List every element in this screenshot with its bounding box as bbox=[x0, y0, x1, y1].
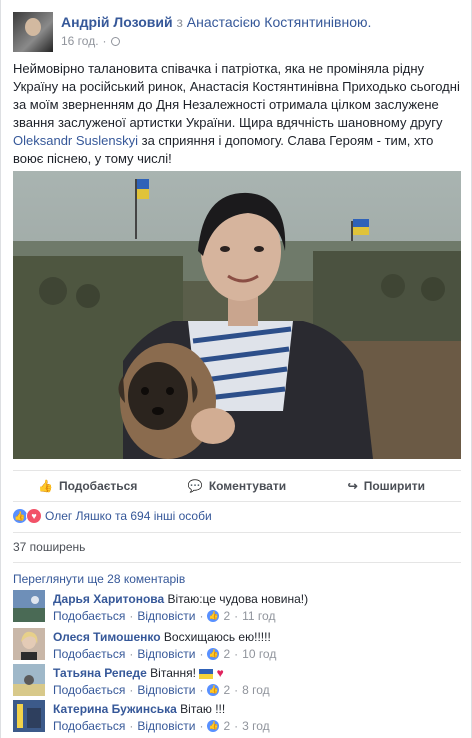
like-label: Подобається bbox=[58, 479, 138, 493]
post-card: Андрій Лозовий з Анастасією Костянтинівн… bbox=[0, 0, 472, 738]
comment-time[interactable]: 10 год bbox=[242, 647, 276, 661]
post-meta: 16 год. · bbox=[61, 34, 120, 48]
mention-link[interactable]: Oleksandr Suslenskyi bbox=[13, 133, 138, 148]
comment-like-link[interactable]: Подобається bbox=[53, 683, 125, 697]
comment-label: Коментувати bbox=[208, 479, 287, 493]
shares-count[interactable]: 37 поширень bbox=[13, 540, 85, 554]
commenter-avatar[interactable] bbox=[13, 590, 45, 622]
heart-icon: ♥ bbox=[216, 666, 224, 680]
comment-like-link[interactable]: Подобається bbox=[53, 719, 125, 733]
ukraine-flag-icon bbox=[199, 668, 214, 679]
action-bar: 👍 Подобається 💬 Коментувати ↪ Поширити bbox=[13, 470, 461, 502]
post-header: Андрій Лозовий з Анастасією Костянтинівн… bbox=[13, 12, 461, 52]
commenter-name[interactable]: Дарья Харитонова bbox=[53, 592, 164, 606]
comment-item: Катерина Бужинська Вітаю !!! Подобається… bbox=[13, 700, 461, 736]
reactions-summary[interactable]: 👍 ♥ Олег Ляшко та 694 інші особи bbox=[13, 506, 212, 526]
reactions-text[interactable]: Олег Ляшко та 694 інші особи bbox=[45, 509, 212, 523]
divider bbox=[13, 532, 461, 533]
like-reaction-icon: 👍 bbox=[13, 509, 27, 523]
comment-item: Олеся Тимошенко Восхищаюсь ею!!!!! Подоб… bbox=[13, 628, 461, 664]
like-button[interactable]: 👍 Подобається bbox=[13, 479, 162, 493]
comment-reply-link[interactable]: Відповісти bbox=[137, 719, 195, 733]
author-name[interactable]: Андрій Лозовий bbox=[61, 14, 173, 30]
comment-like-count[interactable]: 2 bbox=[223, 647, 230, 661]
with-word: з bbox=[176, 14, 183, 30]
comment-text: Вітання! bbox=[150, 666, 196, 680]
comment-time[interactable]: 8 год bbox=[242, 683, 270, 697]
share-label: Поширити bbox=[363, 479, 425, 493]
view-more-comments[interactable]: Переглянути ще 28 коментарів bbox=[13, 572, 185, 586]
comment-like-count[interactable]: 2 bbox=[223, 719, 230, 733]
tagged-person[interactable]: Анастасією Костянтинівною. bbox=[187, 14, 372, 30]
comment-text-line: Олеся Тимошенко Восхищаюсь ею!!!!! bbox=[53, 630, 271, 644]
author-avatar[interactable] bbox=[13, 12, 53, 52]
post-text-part1: Неймовірно талановита співачка і патріот… bbox=[13, 61, 460, 130]
share-button[interactable]: ↪ Поширити bbox=[312, 479, 461, 493]
thumbs-up-icon: 👍 bbox=[37, 479, 53, 493]
like-count-icon: 👍 bbox=[207, 720, 220, 732]
share-icon: ↪ bbox=[347, 479, 358, 493]
post-timestamp[interactable]: 16 год. bbox=[61, 34, 99, 48]
comment-meta: Подобається · Відповісти · 👍 2 · 3 год bbox=[53, 719, 270, 733]
comment-like-count[interactable]: 2 bbox=[223, 683, 230, 697]
comment-text: Вітаю !!! bbox=[180, 702, 226, 716]
comment-text: Вітаю:це чудова новина!) bbox=[167, 592, 309, 606]
comment-item: Татьяна Репеде Вітання! ♥ Подобається · … bbox=[13, 664, 461, 700]
comment-reply-link[interactable]: Відповісти bbox=[137, 647, 195, 661]
comment-reply-link[interactable]: Відповісти bbox=[137, 609, 195, 623]
commenter-avatar[interactable] bbox=[13, 664, 45, 696]
comment-meta: Подобається · Відповісти · 👍 2 · 11 год bbox=[53, 609, 276, 623]
commenter-name[interactable]: Катерина Бужинська bbox=[53, 702, 177, 716]
comment-text: Восхищаюсь ею!!!!! bbox=[163, 630, 271, 644]
post-photo[interactable] bbox=[13, 171, 461, 459]
commenter-avatar[interactable] bbox=[13, 628, 45, 660]
commenter-avatar[interactable] bbox=[13, 700, 45, 732]
comment-meta: Подобається · Відповісти · 👍 2 · 10 год bbox=[53, 647, 277, 661]
comment-like-link[interactable]: Подобається bbox=[53, 609, 125, 623]
comment-reply-link[interactable]: Відповісти bbox=[137, 683, 195, 697]
like-count-icon: 👍 bbox=[207, 684, 220, 696]
comment-text-line: Дарья Харитонова Вітаю:це чудова новина!… bbox=[53, 592, 308, 606]
comment-like-link[interactable]: Подобається bbox=[53, 647, 125, 661]
comment-icon: 💬 bbox=[187, 479, 203, 493]
post-text: Неймовірно талановита співачка і патріот… bbox=[13, 60, 461, 168]
comment-text-line: Татьяна Репеде Вітання! ♥ bbox=[53, 666, 224, 680]
like-count-icon: 👍 bbox=[207, 610, 220, 622]
commenter-name[interactable]: Олеся Тимошенко bbox=[53, 630, 161, 644]
post-author-line: Андрій Лозовий з Анастасією Костянтинівн… bbox=[61, 14, 371, 30]
comment-item: Дарья Харитонова Вітаю:це чудова новина!… bbox=[13, 590, 461, 626]
comment-text-line: Катерина Бужинська Вітаю !!! bbox=[53, 702, 225, 716]
comment-like-count[interactable]: 2 bbox=[223, 609, 230, 623]
comment-time[interactable]: 3 год bbox=[242, 719, 270, 733]
separator: · bbox=[102, 34, 107, 48]
commenter-name[interactable]: Татьяна Репеде bbox=[53, 666, 147, 680]
like-count-icon: 👍 bbox=[207, 648, 220, 660]
comment-button[interactable]: 💬 Коментувати bbox=[162, 479, 311, 493]
photo-illustration bbox=[13, 171, 461, 459]
divider bbox=[13, 562, 461, 563]
globe-icon[interactable] bbox=[110, 36, 120, 46]
comment-meta: Подобається · Відповісти · 👍 2 · 8 год bbox=[53, 683, 270, 697]
love-reaction-icon: ♥ bbox=[26, 508, 42, 524]
comment-time[interactable]: 11 год bbox=[242, 609, 275, 623]
